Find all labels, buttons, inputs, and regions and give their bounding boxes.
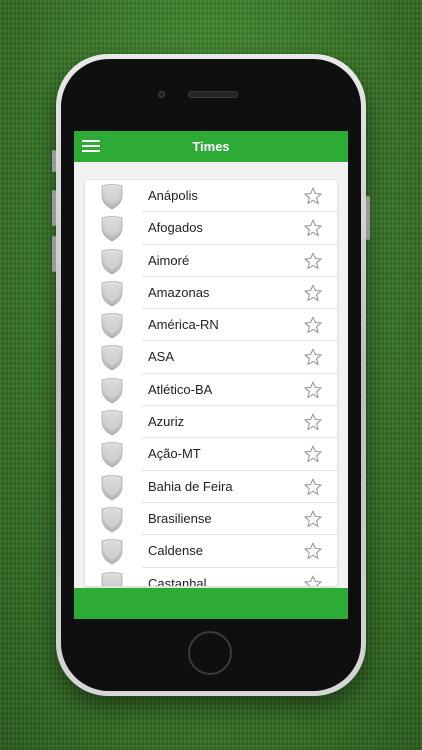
team-name: ASA [148, 349, 175, 365]
team-name: Anápolis [148, 188, 198, 203]
team-name: Atlético-BA [148, 381, 213, 397]
team-name: Ação-MT [148, 446, 201, 462]
star-outline-icon[interactable] [303, 412, 323, 432]
home-button[interactable] [188, 631, 232, 675]
star-outline-icon[interactable] [303, 283, 323, 303]
star-outline-icon[interactable] [303, 218, 323, 238]
list-item[interactable]: Brasiliense [85, 503, 337, 536]
team-name: Brasiliense [148, 510, 212, 526]
star-outline-icon[interactable] [303, 444, 323, 464]
team-name: Afogados [148, 220, 203, 236]
list-item[interactable]: Atlético-BA [85, 374, 337, 407]
team-name: Castanhal [148, 575, 207, 586]
teams-list: Anápolis Afogados Aimoré Amazonas Améric… [85, 180, 337, 586]
star-outline-icon[interactable] [303, 251, 323, 271]
team-shield-icon [101, 216, 123, 242]
list-item[interactable]: Anápolis [85, 180, 337, 213]
list-item[interactable]: Caldense [85, 535, 337, 568]
team-name: Caldense [148, 543, 203, 559]
star-outline-icon[interactable] [303, 509, 323, 529]
app-screen: Times Anápolis Afogados Aimoré Amazonas … [74, 131, 348, 619]
list-item[interactable]: Aimoré [85, 245, 337, 277]
earpiece-speaker [188, 91, 238, 98]
star-outline-icon[interactable] [303, 186, 323, 206]
list-item[interactable]: Amazonas [85, 277, 337, 310]
team-shield-icon [101, 571, 123, 586]
star-outline-icon[interactable] [303, 380, 323, 400]
navigation-bar: Times [74, 131, 348, 162]
team-shield-icon [101, 377, 123, 404]
team-name: Amazonas [148, 284, 210, 300]
star-outline-icon[interactable] [303, 315, 323, 335]
team-name: Azuriz [148, 414, 185, 430]
list-item[interactable]: Bahia de Feira [85, 471, 337, 503]
team-name: América-RN [148, 317, 219, 333]
star-outline-icon[interactable] [303, 574, 323, 586]
team-shield-icon [101, 507, 123, 533]
phone-volume-down [52, 236, 56, 272]
list-item[interactable]: Azuriz [85, 406, 337, 439]
team-shield-icon [101, 442, 123, 468]
list-item[interactable]: Ação-MT [85, 438, 337, 471]
front-camera [158, 91, 165, 98]
team-shield-icon [101, 184, 123, 210]
list-item[interactable]: Castanhal [85, 568, 337, 586]
team-name: Aimoré [148, 252, 190, 268]
team-shield-icon [101, 248, 123, 275]
team-shield-icon [101, 539, 123, 565]
team-shield-icon [101, 410, 123, 436]
phone-power-button [366, 196, 370, 240]
list-item[interactable]: América-RN [85, 309, 337, 342]
phone-side-button [52, 150, 56, 172]
page-title: Times [192, 139, 230, 154]
team-shield-icon [101, 280, 123, 307]
star-outline-icon[interactable] [303, 541, 323, 561]
list-item[interactable]: Afogados [85, 212, 337, 245]
star-outline-icon[interactable] [303, 347, 323, 367]
phone-volume-up [52, 190, 56, 226]
team-shield-icon [101, 345, 123, 371]
team-shield-icon [101, 313, 123, 339]
team-shield-icon [101, 474, 123, 501]
team-name: Bahia de Feira [148, 478, 233, 494]
list-item[interactable]: ASA [85, 341, 337, 374]
star-outline-icon[interactable] [303, 477, 323, 497]
bottom-bar [74, 588, 348, 619]
